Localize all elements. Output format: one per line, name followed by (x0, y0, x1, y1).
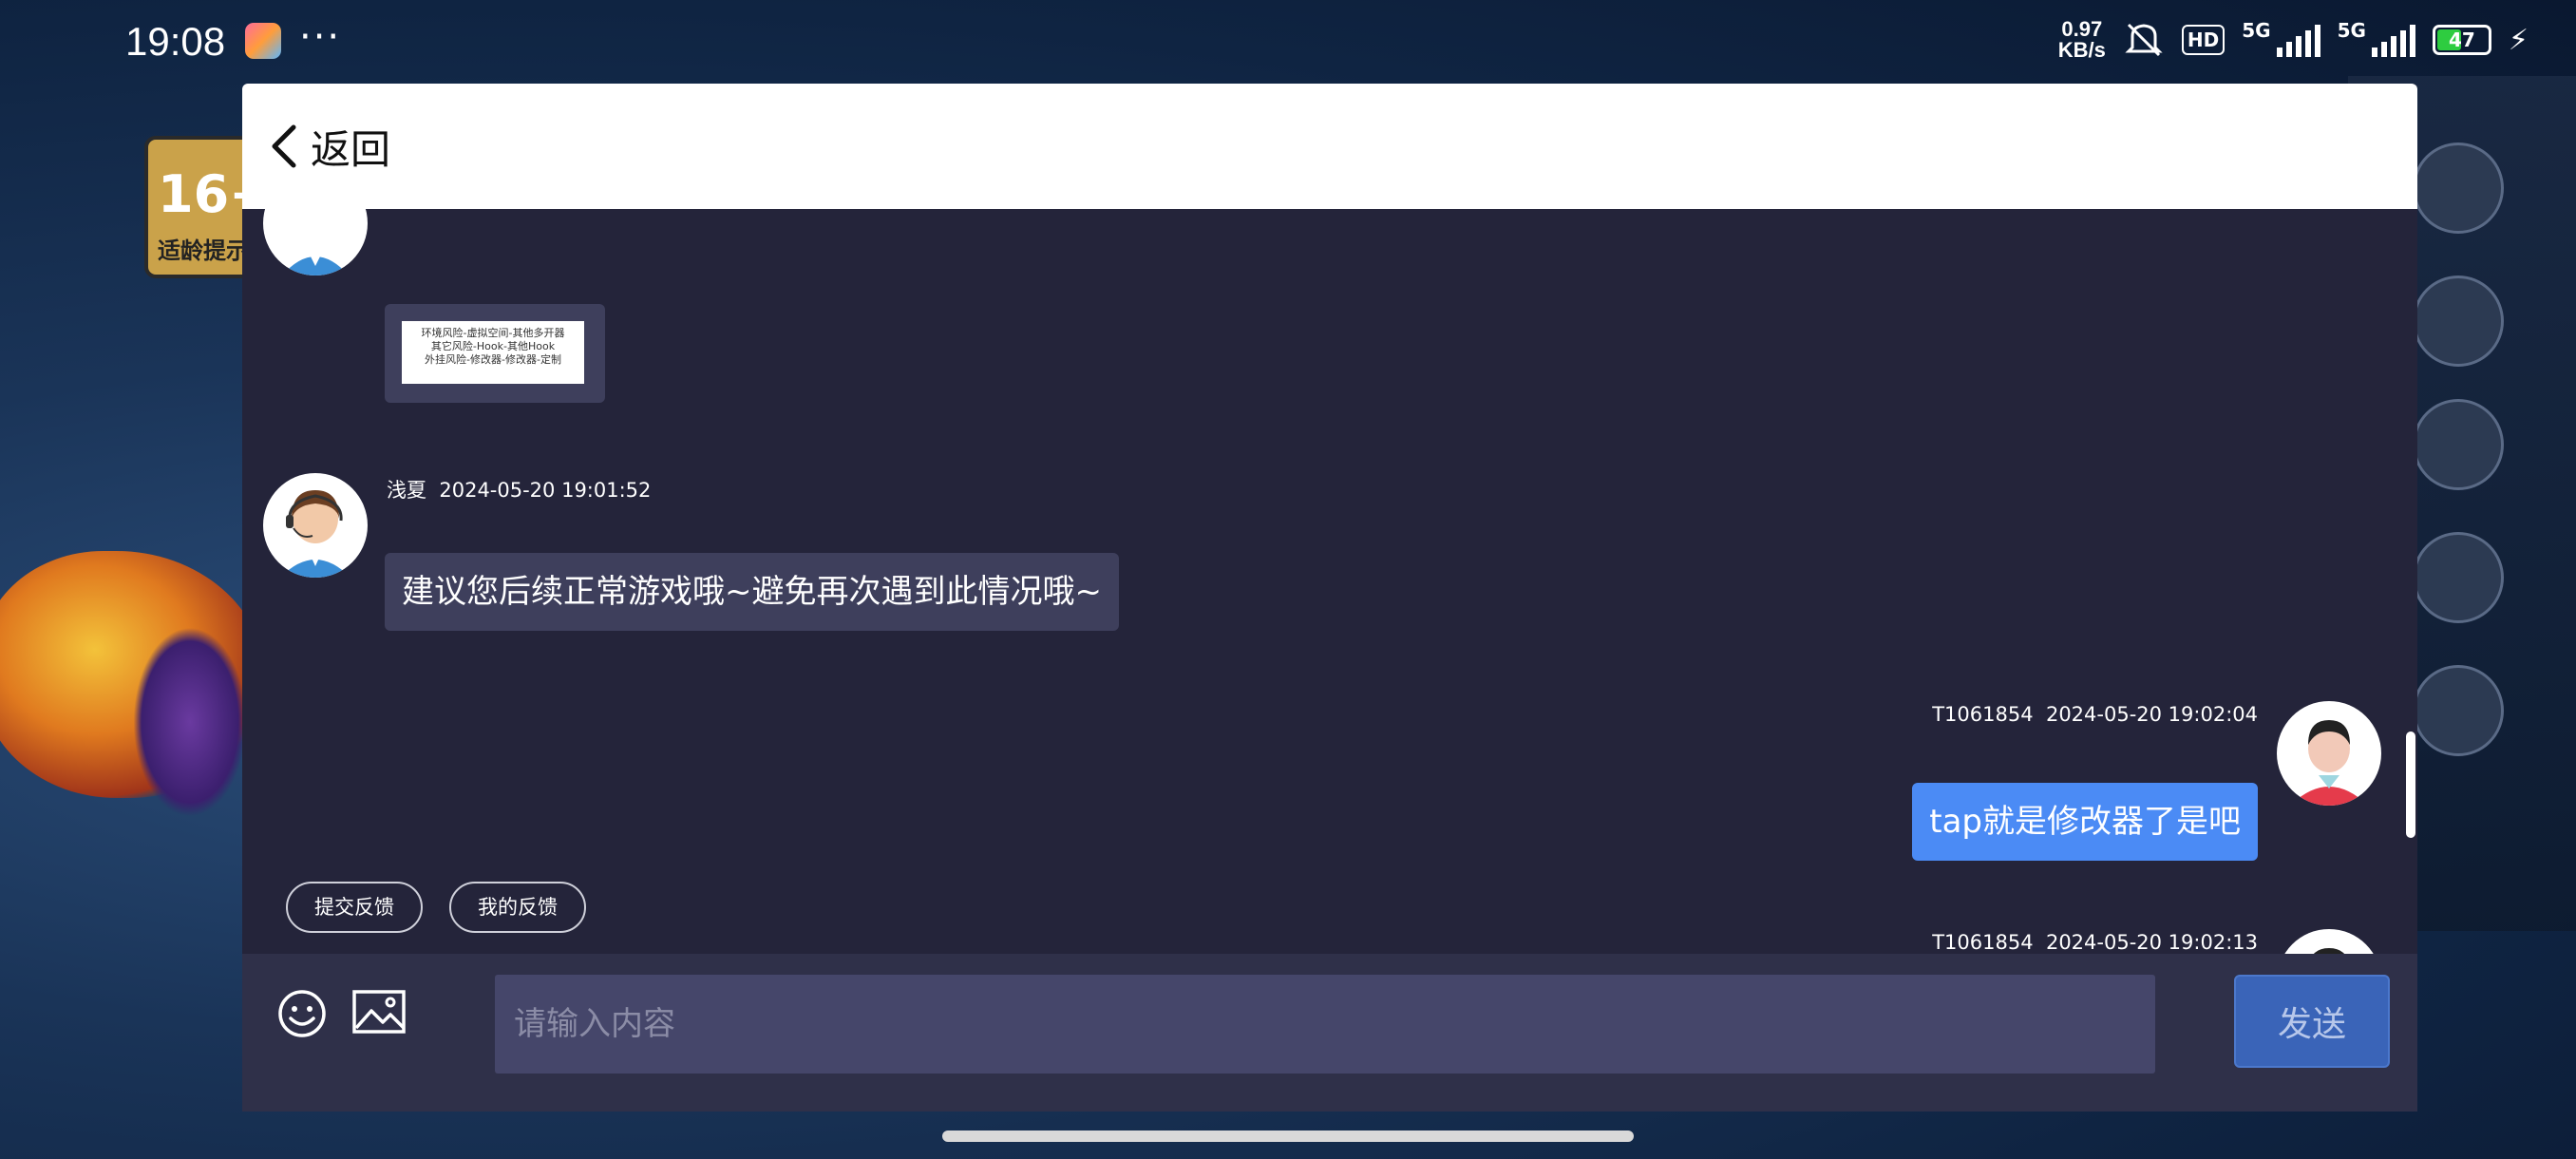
emoji-icon[interactable] (276, 988, 328, 1039)
age-rating-text: 适龄提示 (158, 238, 249, 264)
game-app-icon (245, 23, 281, 59)
message-timestamp: 2024-05-20 19:01:52 (439, 479, 652, 502)
back-button[interactable]: 返回 (311, 118, 390, 176)
sender-name: T1061854 (1932, 703, 2034, 726)
more-dots-icon: ··· (299, 15, 342, 59)
side-button-service[interactable] (2413, 532, 2504, 623)
message-meta: 浅夏 2024-05-20 19:01:52 (387, 475, 651, 504)
side-button-agreement[interactable] (2413, 276, 2504, 367)
agent-avatar (263, 473, 368, 578)
signal-icon-2 (2371, 23, 2415, 57)
network-speed-unit: KB/s (2057, 38, 2106, 62)
message-timestamp: 2024-05-20 19:02:13 (2045, 931, 2258, 954)
mute-icon (2125, 23, 2163, 57)
image-thumbnail[interactable]: 环境风险-虚拟空间-其他多开器 其它风险-Hook-其他Hook 外挂风险-修改… (402, 321, 584, 384)
image-message[interactable]: 环境风险-虚拟空间-其他多开器 其它风险-Hook-其他Hook 外挂风险-修改… (385, 304, 605, 403)
battery-level: 47 (2449, 28, 2475, 51)
chat-scrollbar[interactable] (2406, 732, 2415, 838)
user-avatar (2277, 701, 2381, 806)
side-button-notice[interactable] (2413, 142, 2504, 234)
battery-icon: 47 (2432, 25, 2491, 55)
network-type-2: 5G (2337, 19, 2366, 42)
home-indicator[interactable] (942, 1130, 1634, 1142)
my-feedback-button[interactable]: 我的反馈 (449, 882, 586, 933)
submit-feedback-button[interactable]: 提交反馈 (286, 882, 423, 933)
image-text-line: 环境风险-虚拟空间-其他多开器 (421, 327, 565, 339)
side-button-account[interactable] (2413, 665, 2504, 756)
agent-message-bubble[interactable]: 建议您后续正常游戏哦~避免再次遇到此情况哦~ (385, 553, 1119, 631)
user-message-bubble[interactable]: tap就是修改器了是吧 (1912, 783, 2258, 861)
message-meta: T1061854 2024-05-20 19:02:04 (1932, 703, 2258, 726)
image-text-line: 外挂风险-修改器-修改器-定制 (425, 353, 561, 366)
sender-name: 浅夏 (387, 479, 426, 502)
network-speed-value: 0.97 (2061, 17, 2103, 41)
dialog-header: 返回 (242, 84, 2417, 209)
status-time: 19:08 (125, 19, 226, 64)
message-meta: T1061854 2024-05-20 19:02:13 (1932, 931, 2258, 954)
image-upload-icon[interactable] (352, 990, 406, 1034)
customer-service-dialog: 返回 环境风险-虚拟空间-其他多开器 其它风险-Hook-其他Hook 外挂风险… (242, 84, 2417, 1112)
agent-avatar (263, 209, 368, 276)
signal-icon-1 (2276, 23, 2320, 57)
message-timestamp: 2024-05-20 19:02:04 (2045, 703, 2258, 726)
send-button[interactable]: 发送 (2234, 975, 2390, 1068)
side-button-repair[interactable] (2413, 399, 2504, 490)
background-art-gem (133, 627, 247, 817)
sender-name: T1061854 (1932, 931, 2034, 954)
age-rating-badge: 16+ 适龄提示 (144, 136, 272, 278)
charging-icon: ⚡ (2508, 23, 2529, 57)
back-chevron-icon[interactable] (265, 124, 303, 169)
message-input[interactable] (495, 975, 2155, 1074)
network-speed: 0.97 KB/s (2058, 19, 2106, 61)
network-type-1: 5G (2242, 19, 2271, 42)
hd-badge: HD (2181, 25, 2226, 55)
status-icons: 0.97 KB/s HD 5G 5G 47 ⚡ (2058, 19, 2529, 61)
image-text-line: 其它风险-Hook-其他Hook (430, 340, 556, 352)
